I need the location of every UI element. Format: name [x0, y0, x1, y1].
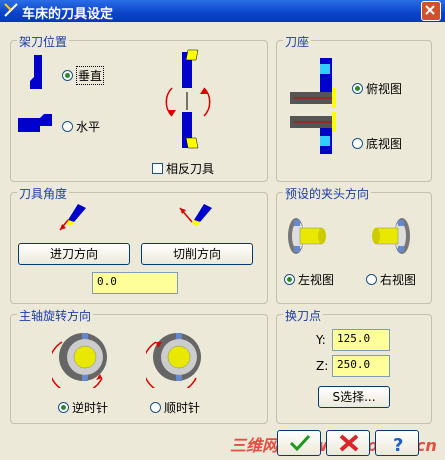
- close-button[interactable]: [421, 1, 441, 21]
- left-view-radio-dot[interactable]: [284, 274, 295, 285]
- svg-text:?: ?: [393, 435, 403, 454]
- clockwise-radio-dot[interactable]: [150, 402, 161, 413]
- horizontal-tool-icon: [18, 114, 52, 132]
- select-point-button[interactable]: S选择...: [318, 386, 390, 408]
- horizontal-label: 水平: [76, 120, 101, 134]
- cutting-direction-button[interactable]: 切削方向: [141, 243, 253, 265]
- feed-direction-button[interactable]: 进刀方向: [18, 243, 130, 265]
- window-title: 车床的刀具设定: [22, 7, 114, 22]
- top-view-radio[interactable]: 俯视图: [352, 80, 402, 97]
- right-view-radio[interactable]: 右视图: [366, 271, 416, 288]
- ok-check-icon: [289, 434, 311, 452]
- counterclockwise-radio[interactable]: 逆时针: [58, 399, 108, 416]
- reverse-tool-checkbox-box[interactable]: [152, 163, 163, 174]
- counterclockwise-label: 逆时针: [72, 401, 109, 415]
- feed-direction-icon: [59, 204, 86, 231]
- right-view-label: 右视图: [380, 273, 417, 287]
- group-title: 架刀位置: [17, 33, 70, 50]
- chuck-left-view-icon: [288, 218, 326, 254]
- cancel-x-icon: [339, 434, 359, 452]
- y-value: 125.0: [337, 332, 371, 345]
- group-title: 主轴旋转方向: [17, 307, 94, 324]
- group-title: 换刀点: [283, 307, 324, 324]
- lathe-tool-settings-dialog: 车床的刀具设定 架刀位置 垂直 水平 相反刀具 刀座 俯视图 底视图 刀具角度 …: [0, 0, 445, 460]
- z-value: 250.0: [337, 358, 371, 371]
- title-bar: 车床的刀具设定: [0, 0, 445, 22]
- cancel-button[interactable]: [326, 430, 370, 456]
- app-icon: [4, 3, 18, 17]
- vertical-tool-icon: [30, 55, 42, 89]
- reverse-tool-diagram-icon: [165, 49, 211, 149]
- horizontal-radio-dot[interactable]: [62, 121, 73, 132]
- clockwise-radio[interactable]: 顺时针: [150, 399, 200, 416]
- clockwise-label: 顺时针: [164, 401, 201, 415]
- angle-input[interactable]: 0.0: [92, 272, 178, 294]
- left-view-label: 左视图: [298, 273, 335, 287]
- help-button[interactable]: ?: [375, 430, 419, 456]
- left-view-radio[interactable]: 左视图: [284, 271, 334, 288]
- top-view-label: 俯视图: [366, 82, 403, 96]
- z-label: Z:: [316, 359, 329, 373]
- tool-holder-position-group: 架刀位置: [10, 33, 268, 182]
- spindle-ccw-icon: [52, 333, 107, 388]
- y-label: Y:: [316, 333, 326, 347]
- bottom-view-radio[interactable]: 底视图: [352, 135, 402, 152]
- group-title: 刀座: [283, 33, 312, 50]
- reverse-tool-checkbox[interactable]: 相反刀具: [152, 160, 214, 177]
- spindle-cw-icon: [146, 333, 201, 388]
- help-question-icon: ?: [393, 435, 403, 454]
- feed-direction-button-label: 进刀方向: [49, 247, 98, 261]
- vertical-radio[interactable]: 垂直: [62, 66, 105, 85]
- spindle-rotation-group: 主轴旋转方向: [10, 307, 268, 424]
- group-title: 刀具角度: [17, 185, 70, 202]
- group-title: 预设的夹头方向: [283, 185, 372, 202]
- z-input[interactable]: 250.0: [332, 355, 390, 377]
- cutting-direction-icon: [179, 204, 212, 226]
- right-view-radio-dot[interactable]: [366, 274, 377, 285]
- ok-button[interactable]: [277, 430, 321, 456]
- top-view-radio-dot[interactable]: [352, 83, 363, 94]
- close-icon: [425, 5, 435, 15]
- vertical-label: 垂直: [76, 66, 105, 85]
- bottom-view-label: 底视图: [366, 137, 403, 151]
- counterclockwise-radio-dot[interactable]: [58, 402, 69, 413]
- horizontal-radio[interactable]: 水平: [62, 118, 100, 135]
- y-input[interactable]: 125.0: [332, 329, 390, 351]
- select-point-button-label: S选择...: [332, 390, 376, 404]
- reverse-tool-label: 相反刀具: [166, 162, 215, 176]
- vertical-radio-dot[interactable]: [62, 70, 73, 81]
- tool-seat-diagram-icon: [290, 58, 336, 154]
- chuck-right-view-icon: [372, 218, 410, 254]
- angle-value: 0.0: [97, 275, 117, 288]
- bottom-view-radio-dot[interactable]: [352, 138, 363, 149]
- cutting-direction-button-label: 切削方向: [172, 247, 221, 261]
